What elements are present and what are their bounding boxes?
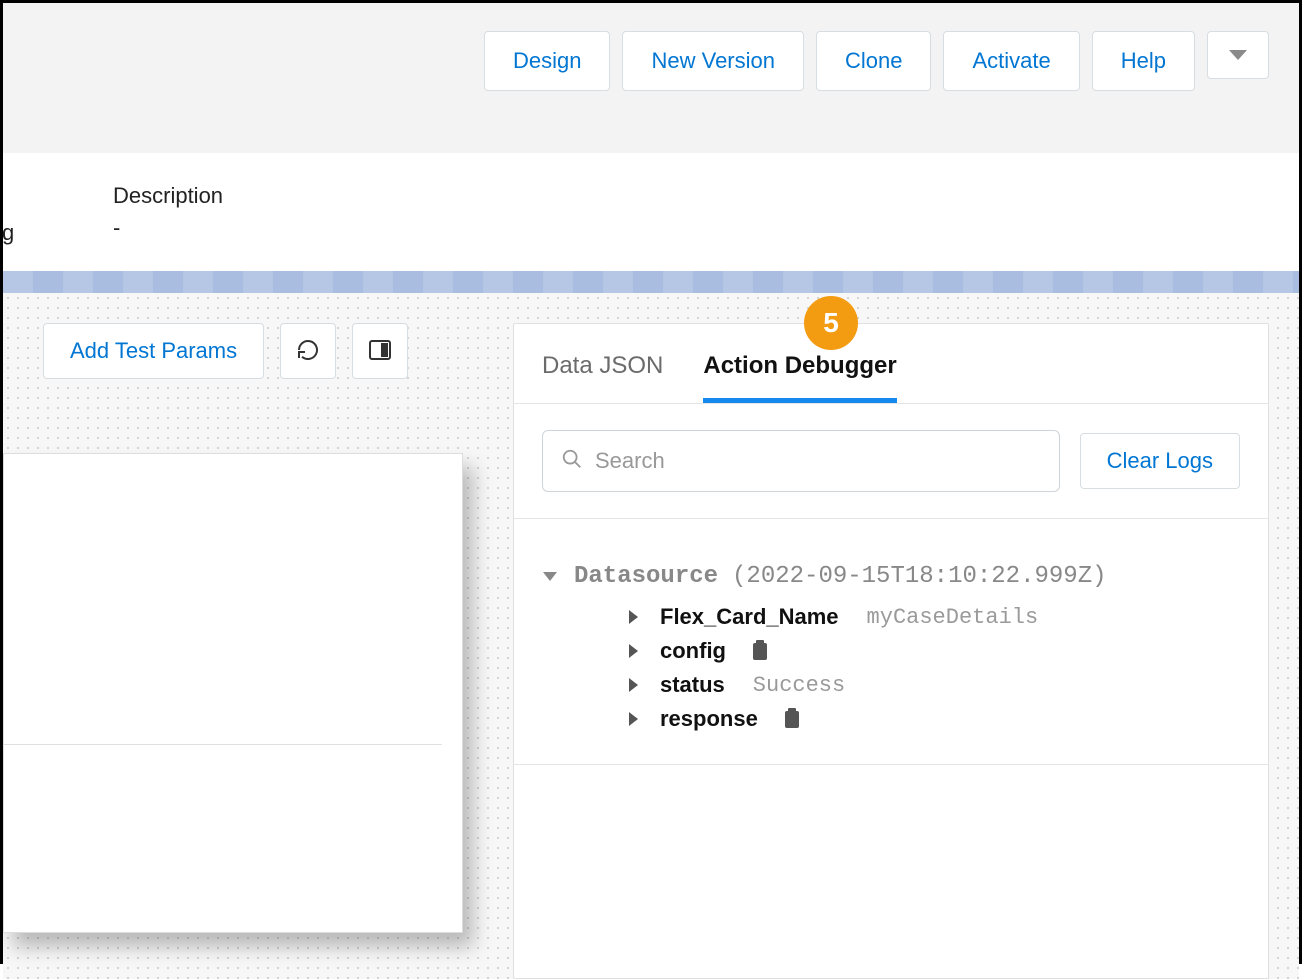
canvas-card[interactable] (3, 453, 463, 933)
tree-value: myCaseDetails (853, 605, 1039, 630)
clipboard-icon[interactable] (772, 708, 802, 730)
more-dropdown-button[interactable] (1207, 31, 1269, 79)
top-toolbar: Design New Version Clone Activate Help (3, 3, 1299, 153)
debugger-panel: 5 Data JSON Action Debugger Clear Logs (513, 323, 1269, 979)
help-button[interactable]: Help (1092, 31, 1195, 91)
caret-right-icon (628, 711, 646, 727)
caret-right-icon (628, 643, 646, 659)
tree-row-status[interactable]: status Success (542, 668, 1240, 702)
canvas-left-toolbar: Add Test Params (43, 323, 493, 379)
clipped-text-fragment: g (2, 220, 14, 246)
tree-key: config (660, 638, 726, 664)
design-button[interactable]: Design (484, 31, 610, 91)
tree-key: Flex_Card_Name (660, 604, 839, 630)
tab-data-json[interactable]: Data JSON (542, 352, 663, 403)
tree-root-timestamp: (2022-09-15T18:10:22.999Z) (732, 563, 1106, 590)
panel-search-row: Clear Logs (514, 404, 1268, 519)
log-tree: Datasource (2022-09-15T18:10:22.999Z) Fl… (514, 519, 1268, 765)
tab-action-debugger[interactable]: Action Debugger (703, 352, 896, 403)
description-section: Description - (3, 153, 1299, 271)
tree-value: Success (739, 673, 845, 698)
tree-row-response[interactable]: response (542, 702, 1240, 736)
refresh-button[interactable] (280, 323, 336, 379)
panel-toggle-button[interactable] (352, 323, 408, 379)
activate-button[interactable]: Activate (943, 31, 1079, 91)
tree-root-row[interactable]: Datasource (2022-09-15T18:10:22.999Z) (542, 559, 1240, 600)
caret-down-icon (1228, 48, 1248, 62)
canvas-left-column: Add Test Params (43, 323, 493, 979)
tree-row-config[interactable]: config (542, 634, 1240, 668)
separator-band (3, 271, 1299, 293)
tree-root-label: Datasource (574, 563, 718, 590)
panel-icon (369, 340, 391, 363)
tree-key: status (660, 672, 725, 698)
search-input[interactable] (595, 448, 1041, 474)
add-test-params-button[interactable]: Add Test Params (43, 323, 264, 379)
tree-row-flex-card-name[interactable]: Flex_Card_Name myCaseDetails (542, 600, 1240, 634)
card-divider (4, 744, 442, 745)
clipboard-icon[interactable] (740, 640, 770, 662)
description-label: Description (113, 183, 1299, 209)
refresh-icon (296, 338, 320, 365)
callout-badge-5: 5 (804, 296, 858, 350)
new-version-button[interactable]: New Version (622, 31, 804, 91)
search-box[interactable] (542, 430, 1060, 492)
caret-down-icon (542, 571, 560, 583)
clear-logs-button[interactable]: Clear Logs (1080, 433, 1240, 489)
description-value: - (113, 215, 1299, 241)
clone-button[interactable]: Clone (816, 31, 931, 91)
panel-tabs: Data JSON Action Debugger (514, 324, 1268, 404)
tree-key: response (660, 706, 758, 732)
caret-right-icon (628, 677, 646, 693)
caret-right-icon (628, 609, 646, 625)
search-icon (561, 448, 583, 475)
canvas-area: Add Test Params 5 (3, 293, 1299, 979)
